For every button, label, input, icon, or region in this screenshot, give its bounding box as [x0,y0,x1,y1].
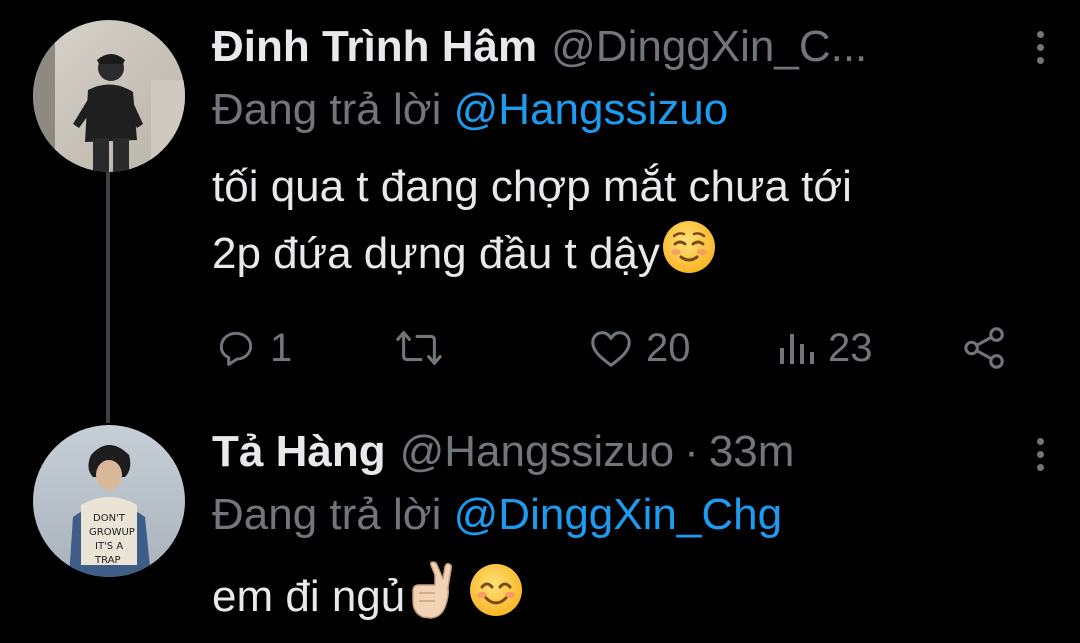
dot-icon [1036,463,1044,471]
share-icon [962,325,1008,371]
smiling-face-emoji-icon [467,561,525,636]
tweet-text-line-2: 2p đứa dựng đầu t dậy [212,218,1050,293]
svg-text:DON'T: DON'T [93,513,126,524]
like-count: 20 [646,325,691,370]
user-handle[interactable]: @DinggXin_C... [551,22,867,72]
svg-text:IT'S A: IT'S A [95,541,123,552]
display-name[interactable]: Tả Hàng [212,427,386,477]
timestamp[interactable]: 33m [709,427,795,477]
reply-icon [214,326,258,370]
thread-connector-line [106,170,110,423]
views-button[interactable]: 23 [776,318,873,378]
replying-mention-link[interactable]: @Hangssizuo [454,85,729,134]
svg-text:TRAP: TRAP [94,555,121,566]
tweet-2[interactable]: Tả Hàng @Hangssizuo · 33m Đang trả lời @… [212,427,1050,636]
view-count: 23 [828,325,873,370]
tweet-1-header: Đinh Trình Hâm @DinggXin_C... [212,22,1050,82]
replying-prefix: Đang trả lời [212,85,442,134]
display-name[interactable]: Đinh Trình Hâm [212,22,537,72]
avatar-ta-hang[interactable]: DON'T GROWUP IT'S A TRAP [33,425,185,577]
tweet-text-content: em đi ngủ [212,572,406,621]
tweet-1-action-bar: 1 20 23 [212,318,1012,378]
user-handle[interactable]: @Hangssizuo [400,427,675,477]
crossed-fingers-emoji-icon [405,561,457,636]
avatar-dinh-trinh-ham[interactable] [33,20,185,172]
dot-icon [1036,30,1044,38]
dot-icon [1036,56,1044,64]
tweet-text-line-2-text: 2p đứa dựng đầu t dậy [212,229,660,278]
relieved-face-emoji-icon [660,218,718,293]
tweet-text: em đi ngủ [212,561,1050,636]
like-button[interactable]: 20 [588,318,691,378]
tweet-1[interactable]: Đinh Trình Hâm @DinggXin_C... Đang trả l… [212,22,1050,293]
replying-to-line: Đang trả lời @Hangssizuo [212,82,1050,138]
analytics-bars-icon [776,328,816,368]
replying-mention-link[interactable]: @DinggXin_Chg [454,490,782,539]
tweet-text: tối qua t đang chợp mắt chưa tới 2p đứa … [212,156,1050,293]
retweet-button[interactable] [394,318,456,378]
svg-text:GROWUP: GROWUP [89,527,135,538]
more-options-button-1[interactable] [1020,27,1060,67]
dot-icon [1036,437,1044,445]
more-options-button-2[interactable] [1020,434,1060,474]
reply-count: 1 [270,325,293,370]
dot-icon [1036,450,1044,458]
heart-icon [588,326,634,370]
tweet-text-line-1: tối qua t đang chợp mắt chưa tới [212,162,852,211]
dot-icon [1036,43,1044,51]
reply-button[interactable]: 1 [214,318,292,378]
retweet-icon [394,326,444,370]
replying-prefix: Đang trả lời [212,490,442,539]
tweet-2-header: Tả Hàng @Hangssizuo · 33m [212,427,1050,487]
replying-to-line: Đang trả lời @DinggXin_Chg [212,487,1050,543]
separator-dot: · [684,427,699,476]
share-button[interactable] [962,318,1008,378]
